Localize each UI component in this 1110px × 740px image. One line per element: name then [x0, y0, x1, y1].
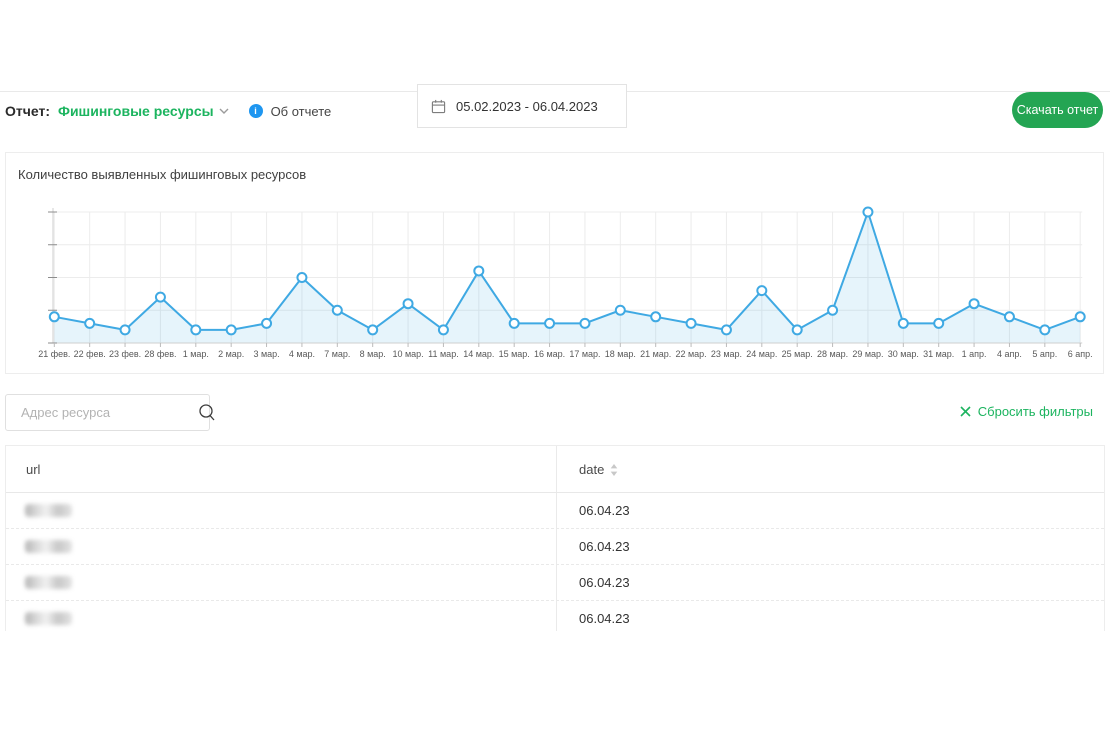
svg-text:3 мар.: 3 мар.	[253, 349, 279, 359]
svg-text:31 мар.: 31 мар.	[923, 349, 954, 359]
svg-text:18 мар.: 18 мар.	[605, 349, 636, 359]
chevron-down-icon	[219, 108, 229, 114]
svg-text:22 фев.: 22 фев.	[74, 349, 106, 359]
svg-text:4 апр.: 4 апр.	[997, 349, 1022, 359]
report-type-dropdown[interactable]: Фишинговые ресурсы	[58, 103, 229, 119]
svg-text:28 фев.: 28 фев.	[144, 349, 176, 359]
blurred-url-cell[interactable]	[25, 612, 72, 625]
svg-text:28 мар.: 28 мар.	[817, 349, 848, 359]
blurred-url-cell[interactable]	[25, 504, 72, 517]
svg-text:17 мар.: 17 мар.	[569, 349, 600, 359]
resource-search-box[interactable]	[5, 394, 210, 431]
date-cell: 06.04.23	[579, 503, 630, 518]
svg-text:1 мар.: 1 мар.	[183, 349, 209, 359]
svg-text:29 мар.: 29 мар.	[852, 349, 883, 359]
report-type-value[interactable]: Фишинговые ресурсы	[58, 103, 214, 119]
report-label: Отчет:	[5, 103, 50, 119]
column-header-date[interactable]: date	[579, 462, 618, 477]
svg-text:30 мар.: 30 мар.	[888, 349, 919, 359]
phishing-line-chart: 21 фев. 22 фев.23 фев.28 фев. 1 мар. 2 мар.…	[6, 153, 1105, 375]
svg-text:25 мар.: 25 мар.	[782, 349, 813, 359]
svg-text:6 апр.: 6 апр.	[1068, 349, 1093, 359]
about-report-label: Об отчете	[271, 104, 332, 119]
svg-text:14 мар.: 14 мар.	[463, 349, 494, 359]
svg-text:23 мар.: 23 мар.	[711, 349, 742, 359]
x-icon	[960, 406, 971, 417]
svg-text:16 мар.: 16 мар.	[534, 349, 565, 359]
table-row[interactable]: 06.04.23	[6, 493, 1104, 529]
table-header-row: url date	[6, 446, 1104, 493]
date-cell: 06.04.23	[579, 575, 630, 590]
date-range-picker[interactable]: 05.02.2023 - 06.04.2023	[417, 84, 627, 128]
search-icon[interactable]	[197, 395, 218, 430]
svg-text:1 апр.: 1 апр.	[962, 349, 987, 359]
date-range-value: 05.02.2023 - 06.04.2023	[456, 99, 598, 114]
column-header-url: url	[26, 462, 40, 477]
table-row[interactable]: 06.04.23	[6, 565, 1104, 601]
table-row[interactable]: 06.04.23	[6, 529, 1104, 565]
date-cell: 06.04.23	[579, 611, 630, 626]
svg-text:2 мар.: 2 мар.	[218, 349, 244, 359]
svg-text:22 мар.: 22 мар.	[675, 349, 706, 359]
date-cell: 06.04.23	[579, 539, 630, 554]
svg-text:23 фев.: 23 фев.	[109, 349, 141, 359]
about-report-link[interactable]: i Об отчете	[249, 104, 332, 119]
blurred-url-cell[interactable]	[25, 540, 72, 553]
search-input[interactable]	[6, 405, 197, 420]
svg-text:24 мар.: 24 мар.	[746, 349, 777, 359]
calendar-icon	[431, 99, 446, 114]
svg-text:21 фев.: 21 фев.	[38, 349, 70, 359]
phishing-report-page: Отчет: Фишинговые ресурсы i Об отчете 05…	[0, 0, 1110, 740]
sort-icon[interactable]	[610, 464, 618, 476]
svg-text:21 мар.: 21 мар.	[640, 349, 671, 359]
blurred-url-cell[interactable]	[25, 576, 72, 589]
svg-text:4 мар.: 4 мар.	[289, 349, 315, 359]
results-table: url date 06.04.23 06.04.23 06.04.23	[5, 445, 1105, 631]
download-report-button[interactable]: Скачать отчет	[1012, 92, 1103, 128]
info-icon: i	[249, 104, 263, 118]
svg-text:8 мар.: 8 мар.	[360, 349, 386, 359]
reset-filters-button[interactable]: Сбросить фильтры	[960, 404, 1093, 419]
svg-text:7 мар.: 7 мар.	[324, 349, 350, 359]
svg-text:10 мар.: 10 мар.	[392, 349, 423, 359]
chart-card: Количество выявленных фишинговых ресурсо…	[5, 152, 1104, 374]
column-header-date-label: date	[579, 462, 604, 477]
table-row[interactable]: 06.04.23	[6, 601, 1104, 631]
svg-text:11 мар.: 11 мар.	[428, 349, 459, 359]
reset-filters-label: Сбросить фильтры	[978, 404, 1093, 419]
svg-text:5 апр.: 5 апр.	[1032, 349, 1057, 359]
svg-text:15 мар.: 15 мар.	[499, 349, 530, 359]
